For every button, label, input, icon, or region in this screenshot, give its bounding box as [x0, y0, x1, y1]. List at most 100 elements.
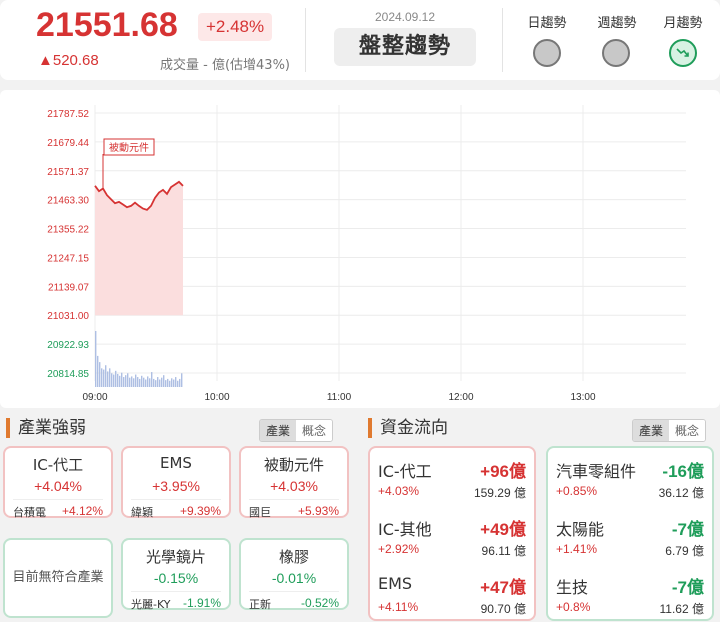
weekly-trend-indicator[interactable] — [602, 39, 630, 67]
fund-flow-tabs: 產業 概念 — [632, 419, 707, 442]
monthly-trend-indicator[interactable] — [669, 39, 697, 67]
industry-card[interactable]: 橡膠 -0.01% 正新 -0.52% — [239, 538, 349, 611]
card-divider — [131, 591, 221, 592]
point-change: ▲520.68 — [38, 52, 99, 69]
x-tick-label: 10:00 — [204, 392, 229, 403]
flow-item[interactable]: 太陽能 -7億 +1.41% 6.79 億 — [548, 506, 712, 564]
industry-pct: -0.15% — [153, 570, 199, 586]
volume-bar — [175, 377, 177, 387]
flow-item[interactable]: IC-代工 +96億 +4.03% 159.29 億 — [370, 448, 534, 506]
volume-bar — [141, 375, 143, 387]
leading-stock-pct: -1.91% — [182, 596, 221, 610]
volume-bar — [147, 376, 149, 387]
card-divider — [249, 499, 339, 500]
inflow-list: IC-代工 +96億 +4.03% 159.29 億 IC-其他 +49億 +2… — [368, 446, 536, 621]
leading-stock-name: 台積電 — [13, 506, 46, 519]
industry-name: IC-代工 — [32, 456, 84, 474]
flow-industry-name: EMS — [378, 574, 413, 593]
flow-industry-name: 太陽能 — [556, 520, 605, 539]
intraday-chart-svg: 21787.52 21679.44 21571.37 21463.30 21355.22… — [47, 105, 686, 403]
volume-bar — [101, 368, 103, 387]
tab-concept[interactable]: 概念 — [669, 420, 706, 441]
volume-bar — [99, 362, 101, 387]
flow-volume: 159.29 億 — [473, 486, 526, 500]
volume-bar — [153, 378, 155, 387]
y-tick-label: 21463.30 — [47, 196, 89, 207]
leading-stock-name: 光麗-KY — [131, 598, 171, 611]
intraday-chart[interactable]: 21787.52 21679.44 21571.37 21463.30 21355.22… — [0, 90, 720, 408]
y-tick-label: 21787.52 — [47, 109, 89, 120]
volume-bar — [167, 378, 169, 387]
volume-bar — [163, 375, 165, 387]
flow-item[interactable]: EMS +47億 +4.11% 90.70 億 — [370, 564, 534, 622]
flow-volume: 96.11 億 — [481, 544, 526, 558]
volume-bar — [171, 378, 173, 387]
monthly-trend-label: 月趨勢 — [663, 16, 703, 31]
price-area — [95, 181, 183, 316]
industry-pct: -0.01% — [271, 570, 317, 586]
volume-bar — [135, 374, 137, 387]
trend-state-button[interactable]: 盤整趨勢 — [334, 28, 476, 66]
volume-bar — [97, 355, 99, 387]
card-divider — [249, 591, 339, 592]
flow-pct: +0.85% — [556, 484, 598, 498]
flow-volume: 90.70 億 — [480, 602, 526, 616]
tab-industry[interactable]: 產業 — [633, 420, 670, 441]
fund-flow-title: 資金流向 — [368, 418, 448, 438]
y-tick-label: 20814.85 — [47, 369, 89, 380]
flow-amount: -16億 — [662, 462, 704, 481]
volume-bar — [145, 379, 147, 387]
volume-bar — [113, 374, 115, 387]
industry-name: EMS — [160, 454, 192, 472]
leading-stock-name: 國巨 — [249, 506, 271, 519]
y-tick-label: 21679.44 — [47, 138, 89, 149]
industry-card[interactable]: 光學鏡片 -0.15% 光麗-KY -1.91% — [121, 538, 231, 611]
y-tick-label: 21031.00 — [47, 311, 89, 322]
y-tick-label: 21139.07 — [48, 282, 89, 293]
weekly-trend-label: 週趨勢 — [597, 16, 637, 31]
volume-bar — [169, 380, 171, 387]
volume-bar — [105, 365, 107, 387]
flow-volume: 11.62 億 — [659, 602, 704, 616]
flow-item[interactable]: 汽車零組件 -16億 +0.85% 36.12 億 — [548, 448, 712, 506]
daily-trend-indicator[interactable] — [533, 39, 561, 67]
volume-bar — [123, 377, 125, 387]
industry-tabs: 產業 概念 — [259, 419, 334, 442]
x-tick-label: 09:00 — [82, 392, 107, 403]
volume-bar — [133, 378, 135, 387]
volume-bar — [151, 372, 153, 387]
index-price: 21551.68 — [36, 6, 178, 44]
flow-industry-name: IC-其他 — [378, 520, 432, 539]
industry-card[interactable]: EMS +3.95% 緯穎 +9.39% — [121, 446, 231, 519]
industry-name: 橡膠 — [278, 548, 309, 566]
tab-industry[interactable]: 產業 — [260, 420, 297, 441]
flow-volume: 36.12 億 — [658, 486, 704, 500]
flow-item[interactable]: 生技 -7億 +0.8% 11.62 億 — [548, 564, 712, 622]
industry-card[interactable]: IC-代工 +4.04% 台積電 +4.12% — [3, 446, 113, 519]
leading-stock-pct: -0.52% — [300, 596, 339, 610]
volume-bar — [161, 377, 163, 387]
outflow-list: 汽車零組件 -16億 +0.85% 36.12 億 太陽能 -7億 +1.41%… — [546, 446, 714, 621]
volume-bar — [125, 375, 127, 387]
leading-stock-pct: +5.93% — [297, 504, 339, 518]
volume-bar — [139, 378, 141, 387]
flow-pct: +4.11% — [378, 600, 419, 614]
industry-strength-title: 產業強弱 — [6, 418, 86, 438]
flow-amount: +47億 — [480, 578, 526, 597]
index-header: 21551.68 +2.48% ▲520.68 成交量 - 億(估增43%) 2… — [0, 0, 720, 80]
volume-bar — [127, 373, 129, 387]
flow-pct: +2.92% — [378, 542, 420, 556]
x-tick-label: 13:00 — [570, 392, 595, 403]
card-divider — [131, 499, 221, 500]
industry-card[interactable]: 被動元件 +4.03% 國巨 +5.93% — [239, 446, 349, 519]
flow-item[interactable]: IC-其他 +49億 +2.92% 96.11 億 — [370, 506, 534, 564]
flow-industry-name: 汽車零組件 — [556, 462, 637, 481]
flow-pct: +1.41% — [556, 542, 598, 556]
tab-concept[interactable]: 概念 — [296, 420, 333, 441]
flow-volume: 6.79 億 — [665, 544, 704, 558]
leading-stock-pct: +4.12% — [61, 504, 103, 518]
flow-pct: +0.8% — [556, 600, 591, 614]
pct-change-badge: +2.48% — [198, 13, 273, 41]
flow-amount: +49億 — [480, 520, 526, 539]
y-tick-label: 20922.93 — [47, 340, 89, 351]
